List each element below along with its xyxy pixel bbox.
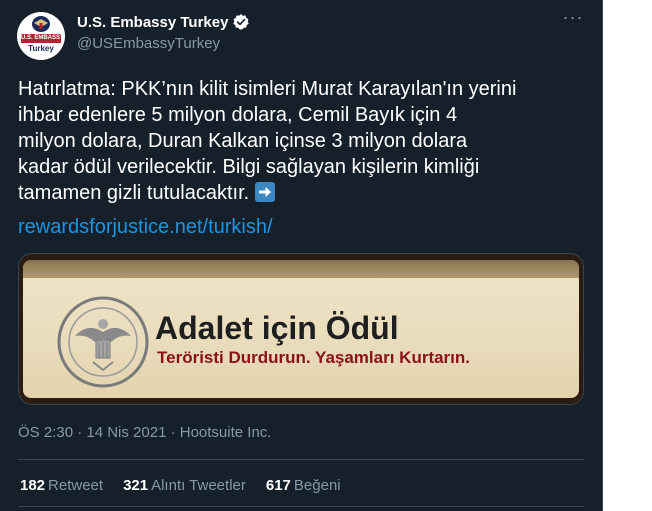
engagement-stats: 182 Retweet 321 Alıntı Tweetler 617 Beğeni [20, 477, 341, 494]
link-preview-card[interactable]: Adalet için Ödül Teröristi Durdurun. Yaş… [18, 253, 584, 405]
quote-tweet-count[interactable]: 321 Alıntı Tweetler [123, 477, 246, 494]
retweet-count-label: Retweet [48, 477, 104, 494]
more-options-icon[interactable]: ··· [558, 8, 588, 34]
quote-tweet-count-label: Alıntı Tweetler [151, 477, 246, 494]
card-image: Adalet için Ödül Teröristi Durdurun. Yaş… [23, 260, 579, 398]
tweet-text-line: milyon dolara, Duran Kalkan içinse 3 mil… [18, 130, 468, 152]
tweet-link[interactable]: rewardsforjustice.net/turkish/ [18, 216, 273, 239]
tweet-text-line: tamamen gizli tutulacaktır. [18, 182, 250, 204]
department-of-state-seal-icon [57, 296, 149, 388]
avatar-country-text: Turkey [28, 44, 54, 53]
author-name-row: U.S. Embassy Turkey [77, 13, 250, 31]
tweet-timestamp-source[interactable]: ÖS 2:30 · 14 Nis 2021 · Hootsuite Inc. [18, 424, 271, 441]
tweet-text-line: ihbar edenlere 5 milyon dolara, Cemil Ba… [18, 104, 458, 126]
author-display-name[interactable]: U.S. Embassy Turkey [77, 14, 228, 31]
retweet-count-number: 182 [20, 477, 46, 494]
card-subtitle: Teröristi Durdurun. Yaşamları Kurtarın. [157, 348, 471, 367]
avatar[interactable]: U.S. EMBASSY Turkey [17, 12, 65, 60]
card-title: Adalet için Ödül [155, 310, 399, 346]
tweet-text-line: kadar ödül verilecektir. Bilgi sağlayan … [18, 156, 480, 178]
tweet-text-line: Hatırlatma: PKK’nın kilit isimleri Murat… [18, 78, 517, 100]
author-handle[interactable]: @USEmbassyTurkey [77, 35, 220, 52]
verified-badge-icon [233, 14, 250, 30]
divider [18, 459, 584, 460]
eagle-seal-icon [32, 16, 50, 32]
right-arrow-emoji-icon [254, 182, 275, 202]
avatar-band-text: U.S. EMBASSY [21, 34, 65, 43]
like-count-label: Beğeni [293, 477, 341, 494]
quote-tweet-count-number: 321 [123, 477, 149, 494]
card-top-bar [23, 260, 579, 278]
divider [18, 506, 584, 507]
retweet-count[interactable]: 182 Retweet [20, 477, 103, 494]
tweet: U.S. EMBASSY Turkey U.S. Embassy Turkey … [0, 0, 603, 511]
like-count-number: 617 [265, 477, 291, 494]
like-count[interactable]: 617 Beğeni [266, 477, 341, 494]
tweet-text: Hatırlatma: PKK’nın kilit isimleri Murat… [18, 76, 584, 206]
